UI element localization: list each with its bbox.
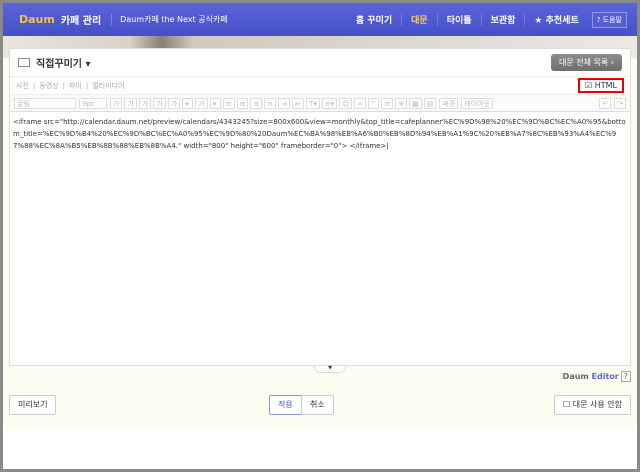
insert-multimedia[interactable]: 멀티미디어 [92,81,124,91]
mode-dropdown[interactable]: 직접꾸미기 ▾ [36,55,91,70]
html-editor[interactable]: <iframe src="http://calendar.daum.net/pr… [10,112,630,360]
format-button[interactable]: “ [368,97,380,109]
insert-toolbar: 사진 | 동영상 | 파이 | 멀티미디어 ☑ HTML [10,77,630,95]
cancel-button[interactable]: 취소 [301,395,334,415]
no-use-label: 대문 사용 안함 [572,400,622,409]
format-button[interactable]: 가 [124,97,137,109]
window: Daum 카페 관리 Daum카페 the Next 공식카페 홈 꾸미기 대문… [3,3,637,469]
html-label: HTML [594,81,617,90]
app-title[interactable]: 카페 관리 [61,12,101,27]
format-button[interactable]: ≡ [236,97,249,109]
format-button[interactable]: ▤ [423,97,437,109]
header: Daum 카페 관리 Daum카페 the Next 공식카페 홈 꾸미기 대문… [3,3,637,36]
brand-daum: Daum [562,372,589,381]
insert-video[interactable]: 동영상 [39,81,58,91]
font-select[interactable]: 굴림 [14,97,76,109]
gate-list-button[interactable]: 대문 전체 목록 › [551,54,622,71]
format-button[interactable]: ▦ [409,97,422,109]
format-toolbar: 굴림 9pt 가 가 가 가 가 ▾ 가 ▾ ≡ ≡ ≡ ≡ ⇥ ⇤ T▾ ≡▾ ☺ ∞ “≡ ※ ▦ ▤ 배경 레이아웃… [10,95,630,112]
nav-storage[interactable]: 보관함 [480,13,525,26]
format-button[interactable]: ∞ [354,97,367,109]
format-button[interactable]: ≡ [381,97,394,109]
undo-button[interactable]: ↶ [599,97,612,109]
insert-photo[interactable]: 사진 [16,81,29,91]
help-button[interactable]: ? 도움말 [591,11,627,28]
editor-help-button[interactable]: ? [620,371,631,382]
redo-button[interactable]: ↷ [614,97,626,109]
format-button[interactable]: ☺ [339,97,353,109]
format-button[interactable]: T▾ [305,97,320,109]
nav-recommended[interactable]: ★ 추천세트 [524,13,587,26]
size-select[interactable]: 9pt [79,97,107,109]
format-button[interactable]: ⇤ [292,97,304,109]
format-button[interactable]: ※ [395,97,408,109]
format-button[interactable]: ⇥ [278,97,291,109]
daum-editor-brand: Daum Editor? [562,371,631,382]
cafe-name[interactable]: Daum카페 the Next 공식카페 [111,14,228,25]
format-button[interactable]: ≡▾ [321,97,338,109]
insert-file[interactable]: 파이 [69,81,82,91]
format-button[interactable]: ▾ [209,97,221,109]
format-button[interactable]: ≡ [250,97,263,109]
background-button[interactable]: 배경 [439,97,459,109]
preview-button[interactable]: 미리보기 [9,395,57,415]
no-use-gate-checkbox[interactable]: ☐ 대문 사용 안함 [554,395,631,415]
html-checkbox[interactable]: ☑ HTML [578,78,624,93]
nav-home-decor[interactable]: 홈 꾸미기 [347,13,401,26]
monitor-icon [18,58,30,67]
nav-main-gate[interactable]: 대문 [401,13,437,26]
editor-panel: 직접꾸미기 ▾ 대문 전체 목록 › 사진 | 동영상 | 파이 | 멀티미디어 ☑ … [9,48,631,373]
nav-title[interactable]: 타이틀 [436,13,481,26]
apply-button[interactable]: 적용 [269,395,302,415]
brand-editor: Editor [591,372,619,381]
format-button[interactable]: ≡ [264,97,277,109]
format-button[interactable]: 가 [138,97,152,109]
format-button[interactable]: ▾ [182,97,194,109]
format-button[interactable]: 가 [167,97,181,109]
format-button[interactable]: 가 [110,97,123,109]
resize-handle[interactable]: ▼ [314,366,346,373]
format-button[interactable]: 가 [195,97,208,109]
top-nav: 홈 꾸미기 대문 타이틀 보관함 ★ 추천세트 [347,13,588,26]
format-button[interactable]: ≡ [222,97,235,109]
format-button[interactable]: 가 [153,97,166,109]
layout-button[interactable]: 레이아웃 [461,97,493,109]
daum-logo[interactable]: Daum [19,13,55,26]
